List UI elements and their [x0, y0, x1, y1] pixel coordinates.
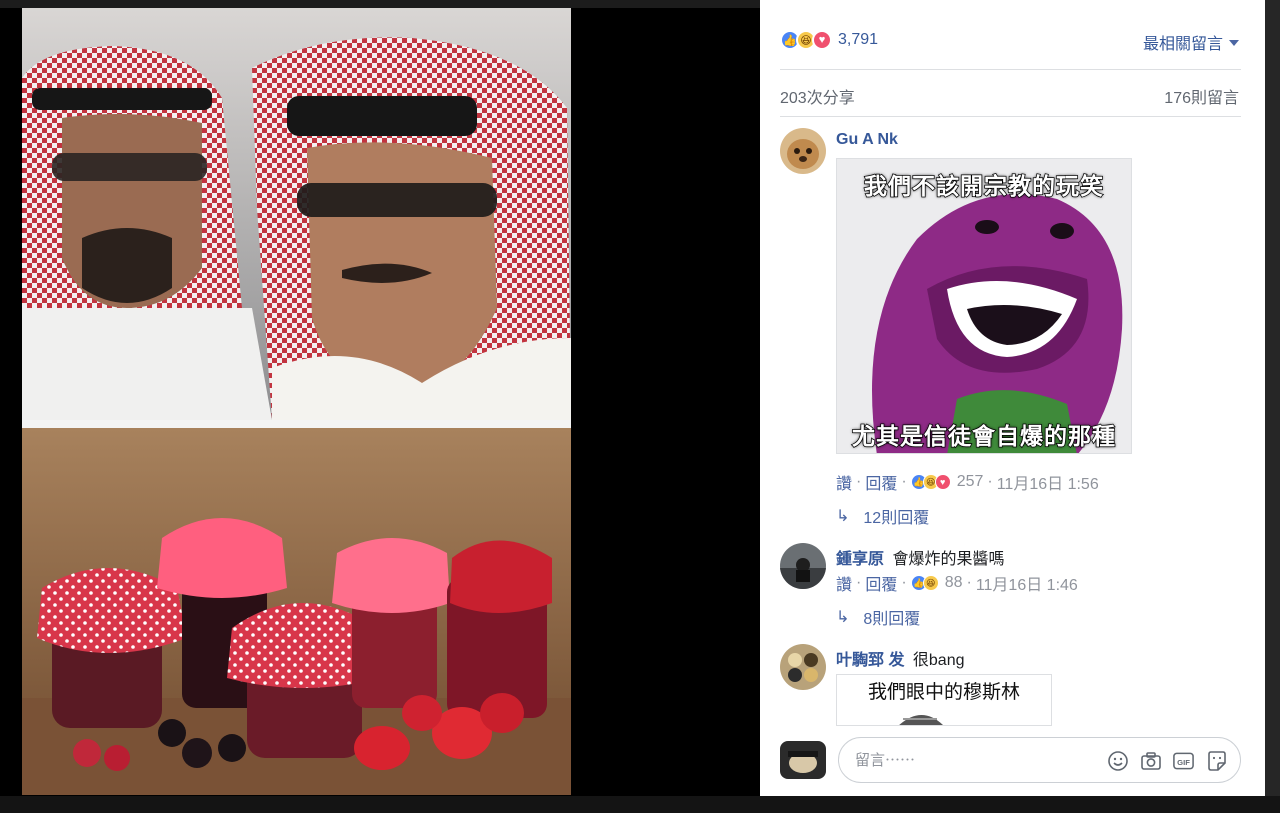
replies-count: 8則回覆 [863, 611, 921, 628]
separator-dot: · [966, 574, 972, 591]
comment-author[interactable]: Gu A Nk [836, 131, 898, 148]
post-photo[interactable] [22, 8, 571, 795]
photo-jam-jars [22, 428, 571, 795]
comment-actions: 讚 · 回覆 · 👍 😆 ♥ 257 · 11月16日 1:56 [836, 470, 1099, 494]
comment-actions: 讚 · 回覆 · 👍 😆 88 · 11月16日 1:46 [836, 571, 1078, 595]
separator-dot: · [901, 574, 907, 591]
comment-meme-image[interactable]: 我們眼中的穆斯林 [836, 674, 1052, 726]
separator-dot: · [987, 473, 993, 490]
timestamp[interactable]: 11月16日 1:46 [976, 571, 1078, 595]
separator-dot: · [856, 473, 862, 490]
comment-author[interactable]: 鍾享原 [836, 551, 884, 568]
replies-count: 12則回覆 [863, 510, 930, 527]
reply-button[interactable]: 回覆 [865, 470, 897, 494]
comment-item: Gu A Nk 我們不該開宗教的玩笑 尤其是信徒會自爆的那種 讚 · 回覆 · … [780, 128, 1240, 528]
view-replies-link[interactable]: ↳ 8則回覆 [836, 605, 920, 629]
camera-icon[interactable] [1139, 749, 1162, 772]
sort-label: 最相關留言 [1142, 36, 1223, 53]
reaction-count[interactable]: 3,791 [838, 31, 878, 49]
separator-dot: · [856, 574, 862, 591]
share-count[interactable]: 203次分享 [780, 84, 855, 108]
comment-text: 會爆炸的果醬嗎 [892, 551, 1005, 568]
like-button[interactable]: 讚 [836, 571, 852, 595]
comment-reactions[interactable]: 👍 😆 [910, 575, 939, 591]
reaction-count[interactable]: 257 [957, 473, 984, 491]
reply-arrow-icon: ↳ [836, 609, 850, 626]
avatar[interactable] [780, 644, 826, 690]
emoji-icon[interactable] [1106, 749, 1129, 772]
timestamp[interactable]: 11月16日 1:56 [997, 470, 1099, 494]
avatar[interactable] [780, 543, 826, 589]
love-reaction-icon: ♥ [934, 474, 951, 490]
sort-dropdown[interactable]: 最相關留言 [1143, 30, 1239, 54]
comment-input-box[interactable]: GIF [838, 737, 1241, 783]
meme-illustration [899, 715, 943, 725]
comment-author[interactable]: 叶騊郅 发 [836, 652, 904, 669]
meme-caption-top: 我們不該開宗教的玩笑 [863, 172, 1104, 200]
bottom-bar [0, 796, 1280, 813]
barney-illustration [837, 159, 1131, 453]
composer-icons: GIF [1106, 749, 1228, 772]
svg-text:GIF: GIF [1177, 757, 1190, 766]
love-reaction-icon: ♥ [812, 30, 832, 50]
comment-input[interactable] [855, 751, 1075, 769]
divider [780, 69, 1241, 70]
comment-reactions[interactable]: 👍 😆 ♥ [910, 474, 951, 490]
avatar[interactable] [780, 128, 826, 174]
like-button[interactable]: 讚 [836, 470, 852, 494]
reaction-summary[interactable]: 👍 😆 ♥ 3,791 [780, 26, 878, 54]
reply-arrow-icon: ↳ [836, 508, 850, 525]
view-replies-link[interactable]: ↳ 12則回覆 [836, 504, 929, 528]
meme-caption-bottom: 尤其是信徒會自爆的那種 [851, 422, 1116, 450]
comments-panel: 👍 😆 ♥ 3,791 最相關留言 203次分享 176則留言 Gu A Nk [760, 0, 1265, 796]
comment-item: 叶騊郅 发 很bang 我們眼中的穆斯林 [780, 644, 1240, 726]
current-user-avatar [780, 741, 826, 779]
comment-item: 鍾享原 會爆炸的果醬嗎 讚 · 回覆 · 👍 😆 88 · 11月16日 1:4… [780, 543, 1240, 633]
comment-text: 很bang [912, 652, 965, 669]
comment-composer: GIF [780, 736, 1245, 784]
reply-button[interactable]: 回覆 [865, 571, 897, 595]
photo-men-in-keffiyeh [22, 8, 571, 420]
background-edge [1265, 0, 1280, 813]
comment-meme-image[interactable]: 我們不該開宗教的玩笑 尤其是信徒會自爆的那種 [836, 158, 1132, 454]
comment-count[interactable]: 176則留言 [1164, 84, 1239, 108]
separator-dot: · [901, 473, 907, 490]
photo-divider [22, 420, 571, 428]
sticker-icon[interactable] [1205, 749, 1228, 772]
haha-reaction-icon: 😆 [922, 575, 939, 591]
photo-viewer: 👍 😆 ♥ 3,791 最相關留言 203次分享 176則留言 Gu A Nk [0, 0, 1280, 813]
divider [780, 116, 1241, 117]
chevron-down-icon [1229, 40, 1239, 46]
reaction-count[interactable]: 88 [945, 574, 963, 592]
gif-icon[interactable]: GIF [1172, 749, 1195, 772]
